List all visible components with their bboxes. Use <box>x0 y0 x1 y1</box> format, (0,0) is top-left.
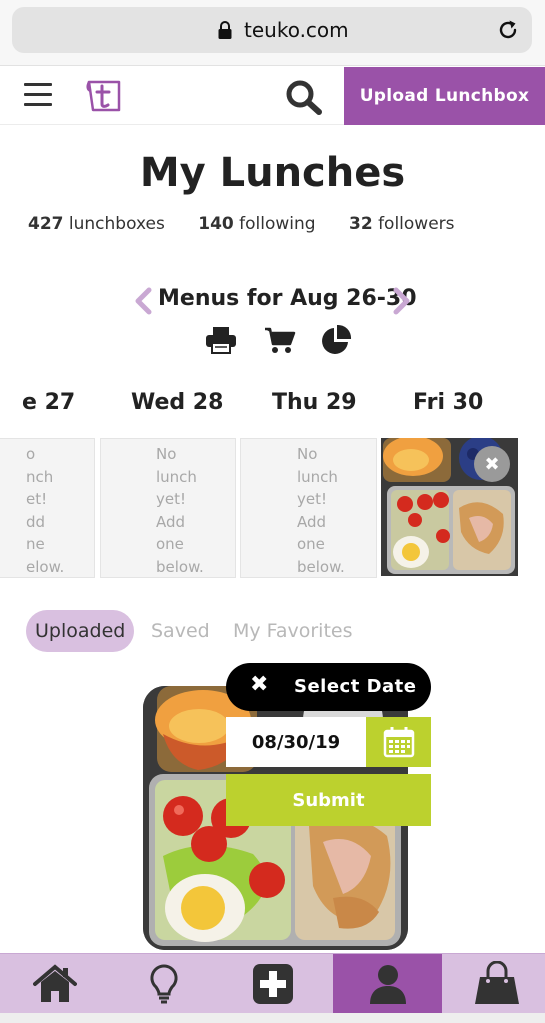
bottom-strip <box>0 1013 545 1023</box>
day-cell-wed[interactable]: No lunch yet! Add one below. <box>100 438 236 578</box>
page-title: My Lunches <box>139 150 406 196</box>
stat-lunchboxes[interactable]: 427 lunchboxes <box>28 214 165 234</box>
chevron-left-icon[interactable] <box>133 287 153 315</box>
nav-shop[interactable] <box>442 954 545 1014</box>
date-picker-title: Select Date <box>294 676 417 697</box>
day-cell-tue[interactable]: o nch et! dd ne elow. <box>0 438 95 578</box>
browser-chrome: teuko.com <box>0 0 545 66</box>
nav-home[interactable] <box>0 954 109 1014</box>
site-header: Upload Lunchbox <box>0 67 545 125</box>
menu-icon[interactable] <box>24 83 52 107</box>
calendar-icon <box>383 727 414 758</box>
calendar-button[interactable] <box>366 717 431 767</box>
day-cell-thu[interactable]: No lunch yet! Add one below. <box>240 438 377 578</box>
stat-followers[interactable]: 32 followers <box>349 214 455 234</box>
print-icon[interactable] <box>205 326 237 354</box>
empty-day-message: No lunch yet! Add one below. <box>297 445 345 576</box>
close-icon[interactable]: ✖ <box>250 672 268 697</box>
tab-uploaded[interactable]: Uploaded <box>26 610 135 652</box>
empty-day-message: o nch et! dd ne elow. <box>26 445 65 576</box>
week-navigator: Menus for Aug 26-30 <box>0 285 545 317</box>
date-picker-header: ✖ Select Date <box>226 663 431 711</box>
menu-actions <box>0 324 545 356</box>
chevron-right-icon[interactable] <box>392 287 412 315</box>
date-input[interactable] <box>226 717 366 767</box>
user-icon <box>369 965 406 1004</box>
home-icon <box>32 964 77 1002</box>
plus-square-icon <box>252 964 293 1004</box>
url-text: teuko.com <box>244 18 349 42</box>
day-label-fri: Fri 30 <box>413 390 484 415</box>
stat-following[interactable]: 140 following <box>198 214 315 234</box>
day-label-wed: Wed 28 <box>131 390 224 415</box>
search-icon[interactable] <box>284 79 324 115</box>
lock-icon <box>218 21 232 39</box>
submit-button[interactable]: Submit <box>226 774 431 826</box>
tab-my-favorites[interactable]: My Favorites <box>233 610 353 652</box>
reload-icon[interactable] <box>496 18 520 42</box>
remove-lunch-icon[interactable]: ✖ <box>474 446 510 482</box>
week-days: e 27 Wed 28 Thu 29 Fri 30 o nch et! dd n… <box>0 390 545 590</box>
nav-ideas[interactable] <box>109 954 218 1014</box>
bottom-nav <box>0 953 545 1014</box>
cart-icon[interactable] <box>264 326 296 354</box>
teuko-logo[interactable] <box>84 76 124 116</box>
tab-saved[interactable]: Saved <box>151 610 210 652</box>
empty-day-message: No lunch yet! Add one below. <box>156 445 204 576</box>
day-label-thu: Thu 29 <box>272 390 357 415</box>
pie-chart-icon[interactable] <box>320 324 352 356</box>
week-label: Menus for Aug 26-30 <box>158 286 417 311</box>
lightbulb-icon <box>149 964 178 1004</box>
profile-stats: 427 lunchboxes 140 following 32 follower… <box>28 214 483 234</box>
nav-profile[interactable] <box>333 954 442 1014</box>
nav-add[interactable] <box>218 954 327 1014</box>
shopping-bag-icon <box>474 961 519 1004</box>
day-label-tue: e 27 <box>22 390 76 415</box>
upload-lunchbox-button[interactable]: Upload Lunchbox <box>344 67 545 125</box>
address-bar[interactable]: teuko.com <box>12 7 532 53</box>
